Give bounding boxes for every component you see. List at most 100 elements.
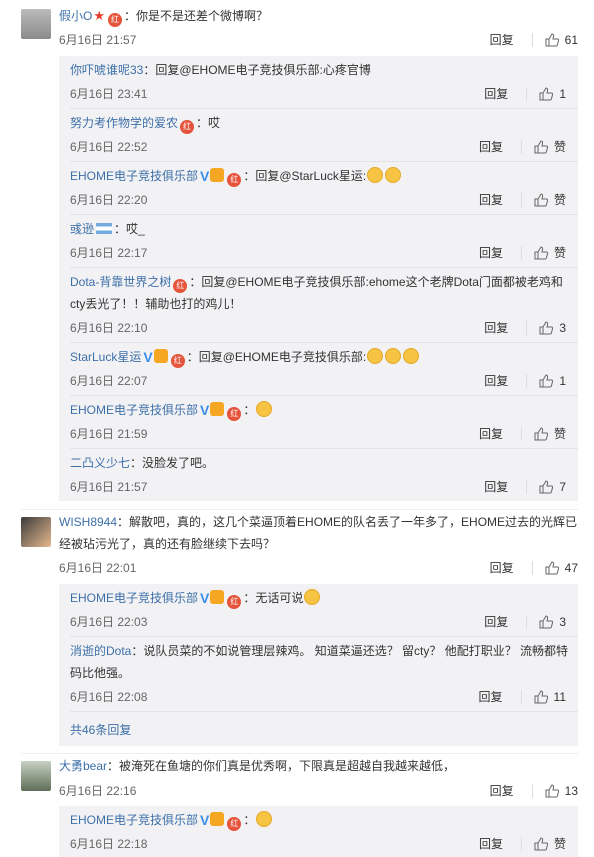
like-count: 1 (559, 373, 566, 388)
reply-text: ：回复@StarLuck星运: (243, 169, 367, 183)
like-button[interactable]: 赞 (534, 425, 566, 442)
like-count: 47 (564, 560, 578, 575)
vip-icon (210, 590, 225, 604)
like-button[interactable]: 7 (539, 480, 566, 494)
reply-button[interactable]: 回复 (484, 85, 508, 102)
divider (526, 479, 528, 494)
username-link[interactable]: 你吓唬谁呢33 (70, 63, 143, 77)
like-count: 3 (559, 614, 566, 629)
username-link[interactable]: EHOME电子竞技俱乐部 (70, 403, 198, 417)
like-button[interactable]: 13 (545, 784, 578, 798)
username-link[interactable]: WISH8944 (59, 515, 117, 529)
divider (526, 320, 528, 335)
username-link[interactable]: 努力考作物学的爱农 (70, 116, 178, 130)
comment-text-block: WISH8944：解散吧，真的，这几个菜逼顶着EHOME的队名丢了一年多了，EH… (59, 511, 589, 555)
like-button[interactable]: 1 (539, 87, 566, 101)
reply-button[interactable]: 回复 (484, 478, 508, 495)
like-button[interactable]: 11 (534, 690, 566, 704)
thumbs-up-icon (539, 320, 554, 334)
like-count: 11 (553, 689, 566, 704)
reply-date: 6月16日 22:18 (70, 837, 148, 851)
vip-icon (210, 812, 225, 826)
like-button[interactable]: 赞 (534, 138, 566, 155)
comment-actions: 回复 13 (490, 782, 578, 799)
like-count: 7 (559, 479, 566, 494)
username-link[interactable]: 彧逊 (70, 222, 94, 236)
star-badge-icon: ★ (93, 8, 105, 23)
thumbs-up-icon (534, 426, 548, 440)
divider (520, 192, 522, 207)
verified-icon: V (200, 402, 210, 418)
username-link[interactable]: EHOME电子竞技俱乐部 (70, 169, 198, 183)
reply-button[interactable]: 回复 (490, 31, 514, 48)
username-link[interactable]: 大勇bear (59, 759, 107, 773)
reply-date: 6月16日 21:59 (70, 427, 148, 441)
avatar[interactable] (21, 9, 51, 39)
divider (70, 267, 578, 268)
like-button[interactable]: 赞 (534, 244, 566, 261)
more-replies-link[interactable]: 共46条回复 (70, 721, 131, 738)
reply-list: EHOME电子竞技俱乐部 V 红：无话可说 6月16日 22:03 回复 3 消逝的D… (59, 584, 578, 746)
emoji-icon (385, 348, 402, 364)
like-count: 13 (564, 783, 578, 798)
like-button[interactable]: 1 (539, 374, 566, 388)
reply-button[interactable]: 回复 (490, 559, 514, 576)
emoji-icon (367, 167, 384, 183)
reply-button[interactable]: 回复 (479, 425, 503, 442)
thumbs-up-icon (534, 192, 548, 206)
divider (70, 448, 578, 449)
reply-button[interactable]: 回复 (479, 688, 503, 705)
reply-button[interactable]: 回复 (479, 191, 503, 208)
comment-date: 6月16日 22:16 (59, 784, 137, 798)
reply-button[interactable]: 回复 (484, 372, 508, 389)
like-button[interactable]: 3 (539, 321, 566, 335)
username-link[interactable]: Dota-背靠世界之树 (70, 275, 171, 289)
like-button[interactable]: 61 (545, 33, 578, 47)
reply-button[interactable]: 回复 (490, 782, 514, 799)
reply-button[interactable]: 回复 (479, 244, 503, 261)
divider (520, 245, 522, 260)
like-button[interactable]: 3 (539, 615, 566, 629)
comment-text: ：解散吧，真的，这几个菜逼顶着EHOME的队名丢了一年多了，EHOME过去的光辉… (59, 515, 578, 551)
thumbs-up-icon (539, 86, 554, 100)
thumbs-up-icon (545, 32, 559, 46)
avatar[interactable] (21, 761, 51, 791)
like-button[interactable]: 47 (545, 561, 578, 575)
divider (531, 32, 533, 47)
reply-button[interactable]: 回复 (484, 613, 508, 630)
divider (21, 753, 578, 754)
username-link[interactable]: 消逝的Dota (70, 644, 131, 658)
username-link[interactable]: EHOME电子竞技俱乐部 (70, 591, 198, 605)
username-link[interactable]: 假小O (59, 9, 92, 23)
badge-icon: 红 (227, 817, 242, 831)
reply-button[interactable]: 回复 (484, 319, 508, 336)
divider (70, 711, 578, 712)
like-count: 赞 (553, 427, 566, 441)
divider (70, 395, 578, 396)
reply-date: 6月16日 22:17 (70, 246, 148, 260)
username-link[interactable]: StarLuck星运 (70, 350, 141, 364)
reply-button[interactable]: 回复 (479, 138, 503, 155)
thumbs-up-icon (545, 560, 559, 574)
verified-icon: V (200, 168, 210, 184)
username-link[interactable]: EHOME电子竞技俱乐部 (70, 813, 198, 827)
badge-icon: 红 (227, 407, 242, 421)
reply-text: ：无话可说 (243, 591, 304, 605)
thumbs-up-icon (539, 373, 554, 387)
emoji-icon (304, 589, 321, 605)
reply-button[interactable]: 回复 (479, 835, 503, 852)
like-button[interactable]: 赞 (534, 835, 566, 852)
comment-text: ：你是不是还差个微博啊？ (124, 9, 269, 23)
comment-date: 6月16日 21:57 (59, 33, 137, 47)
reply-text: ：回复@EHOME电子竞技俱乐部: (186, 350, 367, 364)
badge-icon: 红 (227, 595, 242, 609)
like-count: 赞 (553, 837, 566, 851)
divider (526, 614, 528, 629)
reply-date: 6月16日 22:07 (70, 374, 148, 388)
badge-icon: 红 (227, 173, 242, 187)
username-link[interactable]: 二凸义少七 (70, 456, 130, 470)
reply-date: 6月16日 22:10 (70, 321, 148, 335)
like-button[interactable]: 赞 (534, 191, 566, 208)
thumbs-up-icon (534, 245, 548, 259)
avatar[interactable] (21, 517, 51, 547)
